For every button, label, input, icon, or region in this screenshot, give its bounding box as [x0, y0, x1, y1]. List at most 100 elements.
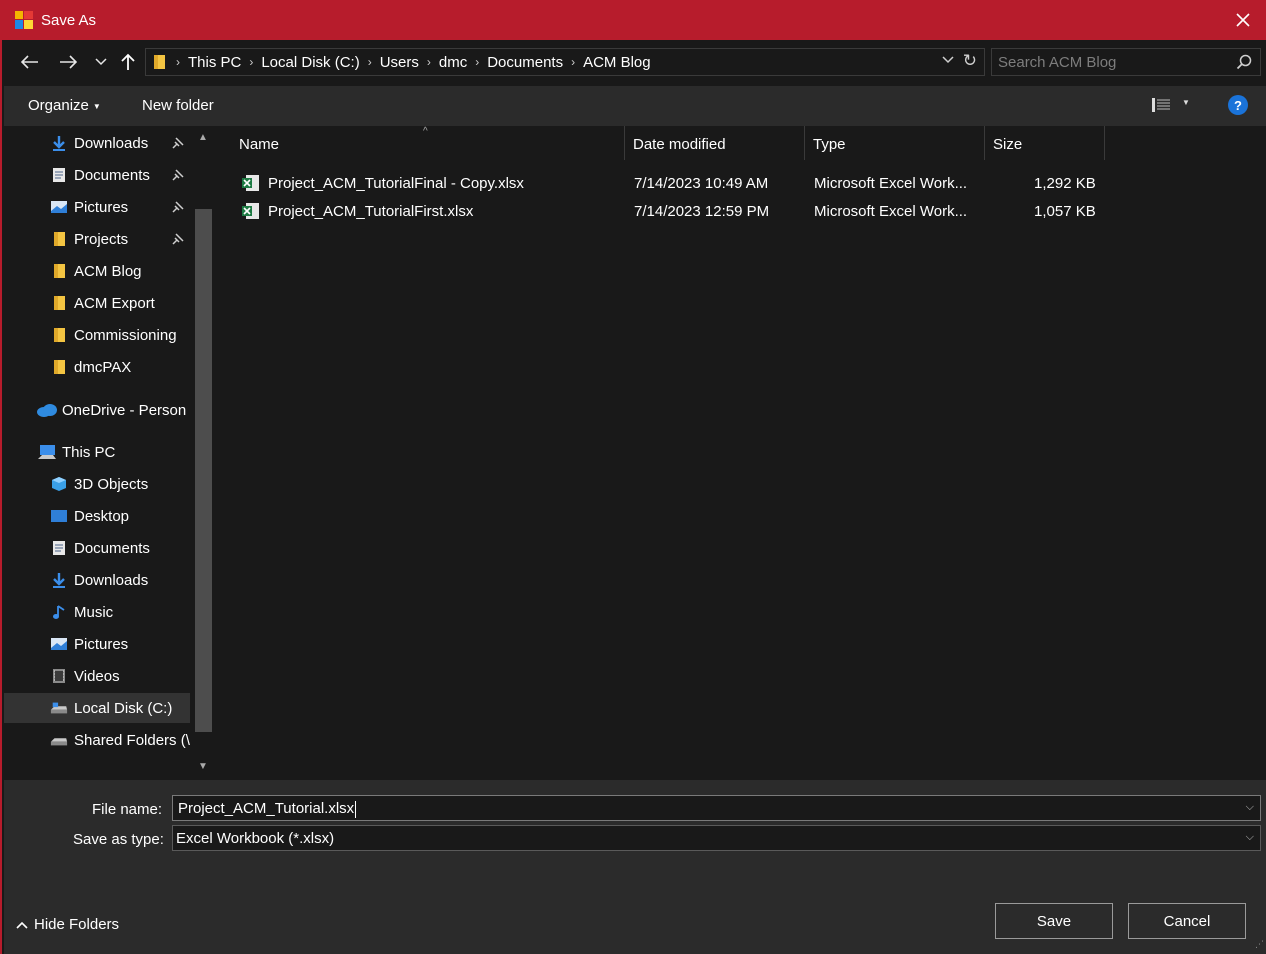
breadcrumb-item[interactable]: Documents — [487, 54, 563, 71]
breadcrumb-separator-icon[interactable]: › — [249, 55, 253, 69]
folder-icon — [152, 54, 168, 70]
column-header-type[interactable]: Type — [813, 126, 846, 162]
file-row[interactable]: Project_ACM_TutorialFinal - Copy.xlsx 7/… — [215, 170, 1105, 198]
address-bar[interactable]: › This PC › Local Disk (C:) › Users › dm… — [145, 48, 985, 76]
close-button[interactable] — [1228, 5, 1258, 35]
column-divider[interactable] — [984, 126, 985, 160]
search-icon[interactable] — [1236, 54, 1252, 74]
back-button[interactable] — [18, 50, 42, 74]
pin-icon[interactable] — [172, 232, 184, 249]
column-header-label: Size — [993, 135, 1023, 153]
file-name-text: Project_ACM_Tutorial.xlsx — [178, 800, 355, 817]
scrollbar-thumb[interactable] — [195, 209, 212, 732]
app-icon — [15, 11, 33, 29]
sidebar-item-music[interactable]: Music — [4, 597, 190, 627]
sidebar-item-label: Commissioning — [74, 326, 177, 344]
column-header-name[interactable]: Name — [239, 126, 279, 162]
address-history-button[interactable] — [942, 53, 954, 67]
excel-file-icon — [242, 202, 260, 220]
sidebar-item-desktop[interactable]: Desktop — [4, 501, 190, 531]
column-header-size[interactable]: Size — [993, 126, 1022, 162]
sidebar-item-label: Documents — [74, 539, 150, 557]
column-divider[interactable] — [804, 126, 805, 160]
file-size: 1,292 KB — [1034, 175, 1096, 192]
breadcrumb-separator-icon[interactable]: › — [571, 55, 575, 69]
sidebar-item-downloads[interactable]: Downloads — [4, 128, 190, 158]
breadcrumb-item[interactable]: ACM Blog — [583, 54, 651, 71]
breadcrumb-separator-icon[interactable]: › — [475, 55, 479, 69]
sidebar-item-shared-folders[interactable]: Shared Folders (\ — [4, 725, 190, 755]
help-button[interactable]: ? — [1228, 95, 1248, 115]
resize-grip-icon[interactable]: ⋰ — [1255, 939, 1264, 950]
cancel-button[interactable]: Cancel — [1128, 903, 1246, 939]
pin-icon[interactable] — [172, 136, 184, 153]
save-as-type-select[interactable]: Excel Workbook (*.xlsx) ⌵ — [172, 825, 1261, 851]
hide-folders-label: Hide Folders — [34, 916, 120, 933]
download-arrow-icon — [50, 571, 68, 589]
file-name-field[interactable]: Project_ACM_Tutorial.xlsx ⌵ — [172, 795, 1261, 821]
column-divider[interactable] — [624, 126, 625, 160]
column-divider[interactable] — [1104, 126, 1105, 160]
sidebar-item-acm-export[interactable]: ACM Export — [4, 288, 190, 318]
sidebar-item-label: OneDrive - Person — [62, 401, 187, 419]
breadcrumb-item[interactable]: Users — [380, 54, 419, 71]
save-options-pane: File name: Project_ACM_Tutorial.xlsx ⌵ S… — [4, 780, 1266, 954]
sort-ascending-icon: ^ — [423, 126, 428, 137]
sidebar-item-projects[interactable]: Projects — [4, 224, 190, 254]
save-button[interactable]: Save — [995, 903, 1113, 939]
column-header-date[interactable]: Date modified — [633, 126, 726, 162]
sidebar-item-commissioning[interactable]: Commissioning — [4, 320, 190, 350]
sidebar-item-pictures-pinned[interactable]: Pictures — [4, 192, 190, 222]
sidebar-item-documents-pinned[interactable]: Documents — [4, 160, 190, 190]
file-row[interactable]: Project_ACM_TutorialFirst.xlsx 7/14/2023… — [215, 198, 1105, 226]
breadcrumb-item[interactable]: This PC — [188, 54, 241, 71]
sidebar-item-documents[interactable]: Documents — [4, 533, 190, 563]
sidebar-item-downloads-pc[interactable]: Downloads — [4, 565, 190, 595]
chevron-down-icon[interactable]: ⌵ — [1246, 801, 1254, 814]
forward-button[interactable] — [56, 50, 80, 74]
sidebar-item-label: Desktop — [74, 507, 130, 525]
up-button[interactable] — [116, 50, 140, 74]
sidebar-item-pictures[interactable]: Pictures — [4, 629, 190, 659]
file-date: 7/14/2023 12:59 PM — [634, 203, 770, 220]
organize-button[interactable]: Organize ▼ — [28, 97, 101, 114]
pin-icon[interactable] — [172, 200, 184, 217]
refresh-button[interactable]: ↻ — [963, 51, 977, 71]
sidebar-item-onedrive[interactable]: OneDrive - Person — [4, 395, 190, 425]
scroll-down-icon[interactable]: ▼ — [198, 761, 208, 772]
hide-folders-button[interactable]: Hide Folders — [16, 916, 119, 933]
sidebar-item-network-partial[interactable] — [4, 767, 190, 780]
close-icon — [1236, 13, 1250, 27]
sidebar-item-videos[interactable]: Videos — [4, 661, 190, 691]
music-icon — [50, 603, 68, 621]
scroll-up-icon[interactable]: ▲ — [198, 132, 208, 143]
chevron-down-icon[interactable]: ⌵ — [1246, 831, 1254, 844]
breadcrumb-separator-icon[interactable]: › — [368, 55, 372, 69]
breadcrumb-separator-icon: › — [176, 55, 180, 69]
sidebar-item-label: Pictures — [74, 198, 129, 216]
view-options-caret-icon[interactable]: ▼ — [1182, 98, 1190, 107]
sidebar-item-label: Music — [74, 603, 114, 621]
pin-icon[interactable] — [172, 168, 184, 185]
view-options-icon[interactable] — [1151, 96, 1171, 118]
recent-locations-button[interactable] — [89, 50, 113, 74]
file-name-value[interactable]: Project_ACM_Tutorial.xlsx — [178, 800, 357, 818]
file-size: 1,057 KB — [1034, 203, 1096, 220]
search-box[interactable] — [991, 48, 1261, 76]
save-as-type-label: Save as type: — [73, 831, 164, 848]
sidebar-item-local-disk[interactable]: Local Disk (C:) — [4, 693, 190, 723]
sidebar-item-dmcpax[interactable]: dmcPAX — [4, 352, 190, 382]
file-name: Project_ACM_TutorialFinal - Copy.xlsx — [268, 175, 524, 192]
breadcrumb-separator-icon[interactable]: › — [427, 55, 431, 69]
sidebar-item-this-pc[interactable]: This PC — [4, 437, 190, 467]
search-input[interactable] — [998, 52, 1228, 72]
new-folder-button[interactable]: New folder — [142, 97, 214, 114]
chevron-down-icon — [942, 56, 954, 64]
column-header-label: Name — [239, 135, 280, 153]
file-date: 7/14/2023 10:49 AM — [634, 175, 769, 192]
breadcrumb-item[interactable]: Local Disk (C:) — [261, 54, 359, 71]
breadcrumb-item[interactable]: dmc — [439, 54, 467, 71]
navigation-scrollbar[interactable]: ▲ ▼ — [192, 126, 212, 780]
sidebar-item-3d-objects[interactable]: 3D Objects — [4, 469, 190, 499]
sidebar-item-acm-blog[interactable]: ACM Blog — [4, 256, 190, 286]
